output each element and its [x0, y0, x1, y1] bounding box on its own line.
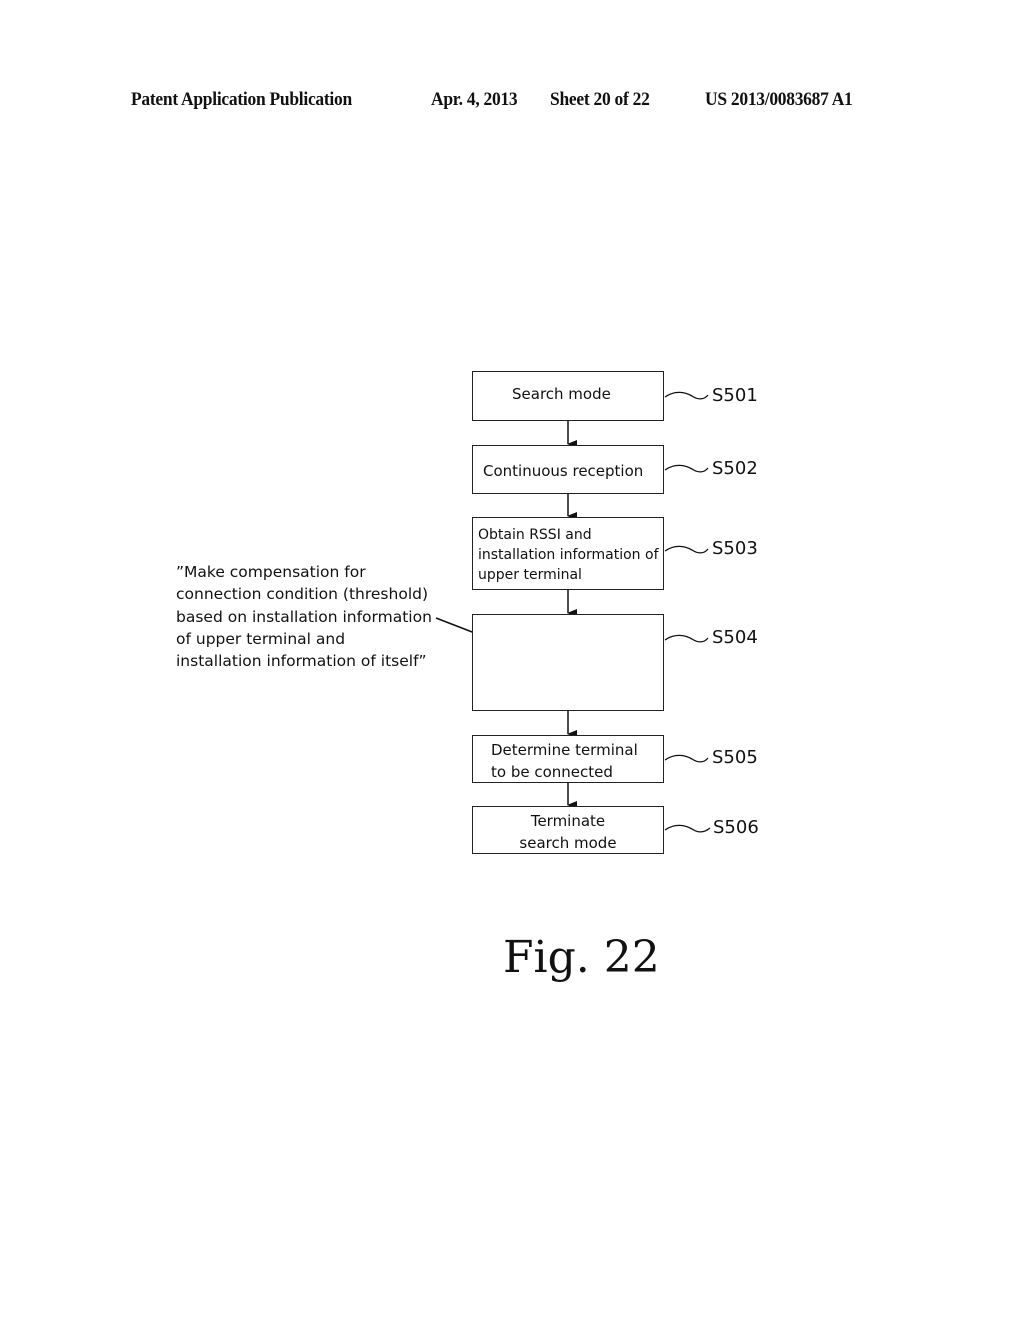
step-text: Continuous reception — [483, 462, 644, 480]
step-text: Terminate — [530, 812, 606, 830]
step-box-s503: Obtain RSSI and installation information… — [472, 517, 664, 590]
leader-s503 — [664, 545, 709, 554]
step-box-s501: Search mode — [472, 371, 664, 421]
annotation-text: ”Make compensation for connection condit… — [176, 563, 432, 671]
step-text: search mode — [519, 834, 617, 852]
leader-s501 — [664, 391, 709, 400]
step-label-s506: S506 — [713, 817, 759, 838]
step-text: Search mode — [512, 385, 611, 403]
step-text: upper terminal — [478, 567, 582, 583]
leader-s506 — [664, 824, 711, 833]
leader-s504 — [664, 634, 709, 643]
step-text: installation information of — [478, 547, 659, 563]
figure-label: Fig. 22 — [503, 932, 660, 983]
step-box-s504 — [472, 614, 664, 711]
step-text: to be connected — [491, 763, 613, 781]
leader-s505 — [664, 754, 709, 763]
step-label-s505: S505 — [712, 747, 758, 768]
step-text: Determine terminal — [491, 741, 638, 759]
step-label-s501: S501 — [712, 385, 758, 406]
leader-s502 — [664, 464, 709, 473]
step-label-s502: S502 — [712, 458, 758, 479]
step-box-s506: Terminate search mode — [472, 806, 664, 854]
step-label-s503: S503 — [712, 538, 758, 559]
step-label-s504: S504 — [712, 627, 758, 648]
step-box-s502: Continuous reception — [472, 445, 664, 494]
step-box-s505: Determine terminal to be connected — [472, 735, 664, 783]
step-text: Obtain RSSI and — [478, 527, 592, 543]
